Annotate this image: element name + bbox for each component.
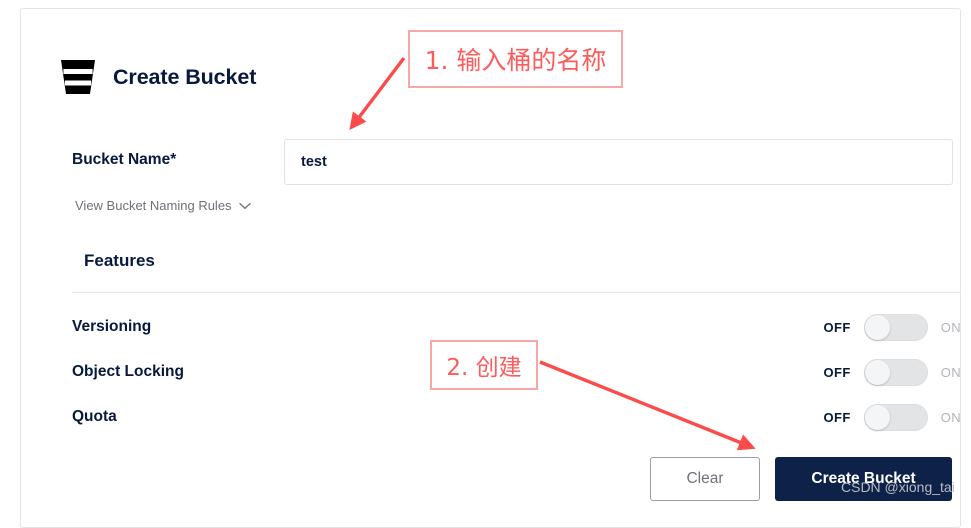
bucket-icon	[59, 57, 97, 97]
feature-row-quota: Quota OFF ON	[72, 403, 961, 431]
toggle-knob	[864, 359, 890, 385]
clear-button[interactable]: Clear	[650, 457, 760, 501]
toggle-knob	[864, 314, 890, 340]
annotation-label-1: 1. 输入桶的名称	[408, 30, 623, 88]
toggle-on-label: ON	[940, 319, 961, 335]
bucket-name-label: Bucket Name*	[72, 151, 177, 168]
bucket-name-input[interactable]	[284, 139, 953, 185]
toggle-knob	[864, 404, 890, 430]
toggle-off-label: OFF	[823, 364, 851, 380]
feature-label: Object Locking	[72, 363, 184, 380]
versioning-toggle[interactable]	[863, 313, 928, 341]
feature-row-versioning: Versioning OFF ON	[72, 313, 961, 341]
toggle-group: OFF ON	[823, 358, 961, 386]
toggle-off-label: OFF	[823, 409, 851, 425]
annotation-label-2: 2. 创建	[430, 340, 538, 390]
card-header: Create Bucket	[59, 57, 256, 97]
toggle-on-label: ON	[940, 409, 961, 425]
toggle-off-label: OFF	[823, 319, 851, 335]
toggle-on-label: ON	[940, 364, 961, 380]
watermark: CSDN @xiong_tai	[841, 479, 955, 495]
toggle-group: OFF ON	[823, 313, 961, 341]
quota-toggle[interactable]	[863, 403, 928, 431]
chevron-down-icon	[238, 198, 251, 213]
naming-rules-label: View Bucket Naming Rules	[75, 198, 232, 213]
page-title: Create Bucket	[113, 64, 257, 89]
toggle-group: OFF ON	[823, 403, 961, 431]
features-heading: Features	[84, 251, 155, 270]
feature-label: Versioning	[72, 318, 152, 335]
view-bucket-naming-rules-link[interactable]: View Bucket Naming Rules	[75, 198, 251, 213]
feature-label: Quota	[72, 408, 117, 425]
features-divider	[72, 292, 961, 293]
object-locking-toggle[interactable]	[863, 358, 928, 386]
